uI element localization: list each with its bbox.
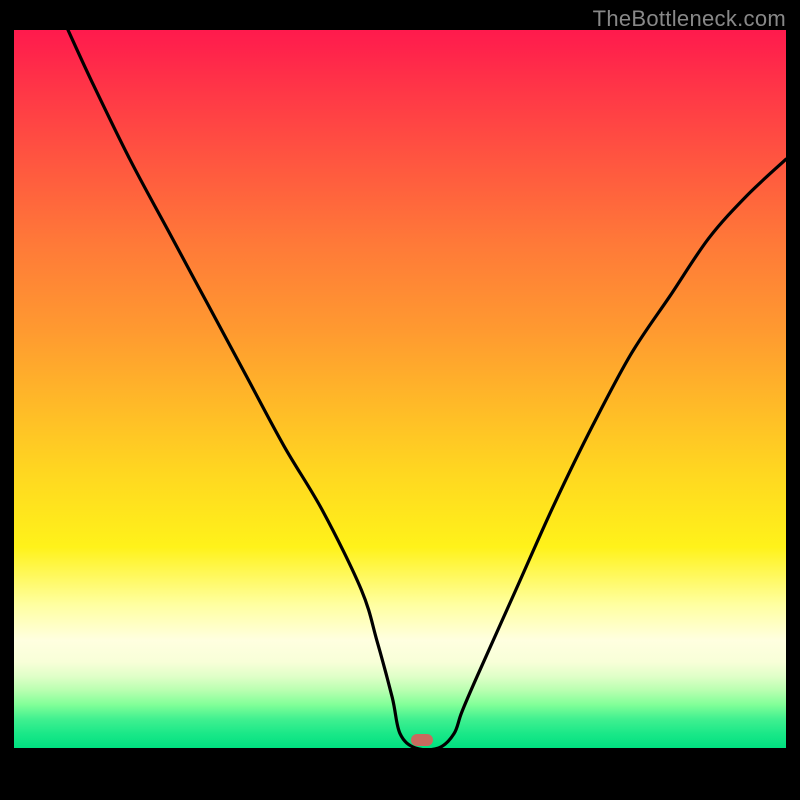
chart-frame [14,30,786,788]
bottleneck-curve [14,30,786,748]
plot-area [14,30,786,748]
minimum-marker [411,734,433,746]
watermark-text: TheBottleneck.com [593,6,786,32]
